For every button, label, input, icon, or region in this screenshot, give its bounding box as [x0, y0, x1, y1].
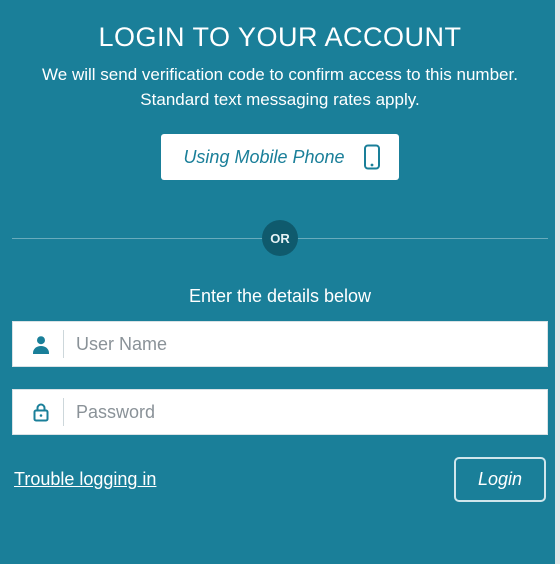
details-label: Enter the details below [12, 286, 548, 307]
page-subtitle: We will send verification code to confir… [22, 63, 538, 112]
or-divider: OR [12, 220, 548, 256]
scrollbar-track[interactable] [555, 0, 560, 564]
trouble-login-link[interactable]: Trouble logging in [14, 469, 156, 490]
username-field-container [12, 321, 548, 367]
or-badge: OR [262, 220, 298, 256]
password-input[interactable] [76, 390, 535, 434]
page-title: LOGIN TO YOUR ACCOUNT [12, 22, 548, 53]
password-field-container [12, 389, 548, 435]
field-separator [63, 398, 64, 426]
user-icon [25, 334, 57, 354]
login-button[interactable]: Login [454, 457, 546, 502]
lock-icon [25, 402, 57, 422]
phone-icon [363, 144, 381, 170]
field-separator [63, 330, 64, 358]
username-input[interactable] [76, 322, 535, 366]
mobile-login-label: Using Mobile Phone [183, 147, 344, 168]
mobile-login-button[interactable]: Using Mobile Phone [161, 134, 398, 180]
